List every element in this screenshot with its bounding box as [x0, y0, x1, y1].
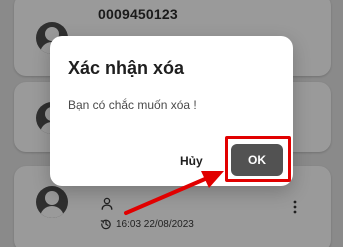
history-icon — [100, 219, 111, 230]
dialog-title: Xác nhận xóa — [68, 58, 185, 78]
history-time: 16:03 22/08/2023 — [116, 218, 194, 230]
delete-confirmation-screen: 0009450123 16:03 22/08/2023 Xác nhận xóa… — [0, 0, 343, 247]
history-row: 16:03 22/08/2023 — [100, 218, 194, 230]
delete-confirmation-dialog: Xác nhận xóa Bạn có chắc muốn xóa ! Hủy … — [50, 36, 293, 186]
dialog-message: Bạn có chắc muốn xóa ! — [68, 98, 197, 112]
phone-number: 0009450123 — [98, 6, 178, 22]
cancel-button[interactable]: Hủy — [180, 154, 203, 168]
person-icon — [101, 197, 113, 210]
more-vertical-icon[interactable] — [293, 200, 297, 214]
avatar-icon — [36, 186, 68, 218]
ok-button[interactable]: OK — [231, 144, 283, 176]
